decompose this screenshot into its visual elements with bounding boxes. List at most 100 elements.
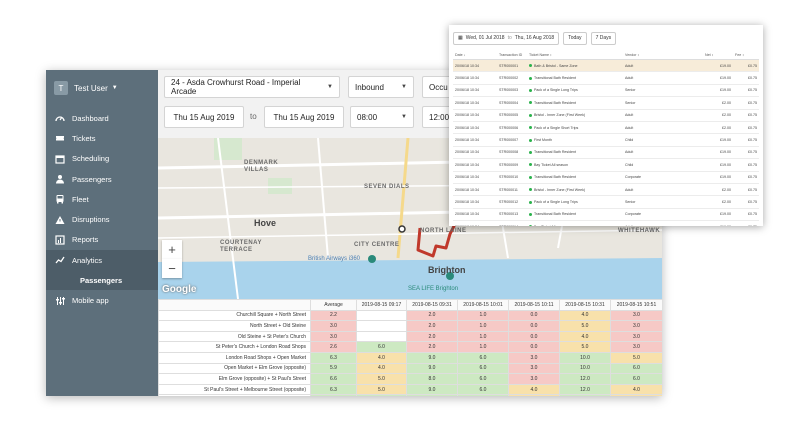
heatmap-cell: 4.0 <box>610 394 662 396</box>
status-dot-icon <box>529 163 532 167</box>
transactions-cell: Adult <box>623 121 703 135</box>
calendar-icon <box>54 153 66 165</box>
sidebar-item-analytics[interactable]: Analytics <box>46 250 158 271</box>
heatmap-cell: 3.0 <box>310 330 357 343</box>
transactions-row[interactable]: 20/06/18 10:34 STR000001 Bath & Bristol - … <box>453 59 759 73</box>
ticket-name-cell: Bristol - Inner Zone (First Week) <box>527 183 623 197</box>
transactions-column-header[interactable]: Net ↕ <box>703 51 733 60</box>
direction-select[interactable]: Inbound ▼ <box>348 76 414 98</box>
heatmap-cell: 10.0 <box>559 362 611 375</box>
transactions-column-header[interactable]: Transaction ID <box>497 51 527 60</box>
transactions-row[interactable]: 20/06/18 10:34 STR000010 Transitional Bath… <box>453 171 759 184</box>
sidebar-item-label: Tickets <box>72 133 96 143</box>
sidebar-item-tickets[interactable]: Tickets <box>46 128 158 148</box>
heatmap-cell: 6.0 <box>457 362 509 375</box>
route-stop-marker[interactable] <box>398 225 406 233</box>
ticket-name: Bristol - Inner Zone (First Week) <box>534 187 586 192</box>
seven-days-button[interactable]: 7 Days <box>590 31 617 45</box>
transactions-column-header[interactable]: Ticket Name ↕ <box>527 51 623 60</box>
reports-icon <box>54 234 66 246</box>
date-to-input[interactable]: Thu 15 Aug 2019 <box>264 106 344 128</box>
heatmap-cell: 6.0 <box>610 373 662 385</box>
transactions-row[interactable]: 20/06/18 10:34 STR000005 Bristol - Inner Z… <box>453 109 759 122</box>
transactions-cell: £19.00 <box>703 220 733 226</box>
map-label: WHITEHAWK <box>618 228 661 234</box>
route-select-value: 24 - Asda Crowhurst Road - Imperial Arca… <box>171 78 301 96</box>
transactions-column-header[interactable]: Vendor ↕ <box>623 51 703 60</box>
time-from-select[interactable]: 08:00 ▼ <box>350 106 414 128</box>
sliders-icon <box>54 295 66 307</box>
caret-down-icon: ▼ <box>111 85 118 91</box>
date-range-picker[interactable]: ▦ Wed, 01 Jul 2018 to Thu, 16 Aug 2018 <box>453 31 560 45</box>
heatmap-column-header: 2019-08-15 10:01 <box>457 299 509 311</box>
ticket-name-cell: Pack of a Single Long Trips <box>527 195 623 209</box>
road <box>396 138 410 259</box>
date-from-input[interactable]: Thu 15 Aug 2019 <box>164 106 244 128</box>
transactions-cell: 20/06/18 10:34 <box>453 171 497 184</box>
heatmap-cell: 8.0 <box>406 373 458 385</box>
transactions-cell: 20/06/18 10:34 <box>453 84 497 98</box>
heatmap-cell: 1.0 <box>457 341 509 353</box>
transactions-cell: £0.75 <box>733 171 759 184</box>
heatmap-cell: 5.0 <box>559 341 611 353</box>
status-dot-icon <box>529 64 532 68</box>
transactions-row[interactable]: 20/06/18 10:34 STR000013 Transitional Bath… <box>453 208 759 222</box>
heatmap-cell: 6.0 <box>457 394 509 396</box>
person-icon <box>54 173 66 185</box>
transactions-row[interactable]: 20/06/18 10:34 STR000002 Transitional Bath… <box>453 71 759 85</box>
google-logo: Google <box>162 284 197 295</box>
transactions-row[interactable]: 20/06/18 10:34 STR000003 Pack of a Single … <box>453 84 759 98</box>
transactions-row[interactable]: 20/06/18 10:34 STR000004 Transitional Bath… <box>453 96 759 110</box>
sidebar-item-disruptions[interactable]: Disruptions <box>46 209 158 229</box>
bus-icon <box>54 193 66 205</box>
transactions-row[interactable]: 20/06/18 10:34STR000014 Bay Ticket All se… <box>453 220 759 226</box>
heatmap-cell: 2.0 <box>406 320 458 332</box>
transactions-row[interactable]: 20/06/18 10:34 STR000006 Pack of a Single … <box>453 121 759 135</box>
heatmap-cell: 9.0 <box>406 351 458 364</box>
map-label: DENMARK VILLAS <box>244 160 279 174</box>
heatmap-cell: 6.0 <box>457 373 509 385</box>
transactions-cell: STR000011 <box>497 183 527 197</box>
popup-date-to-label: to <box>507 35 512 41</box>
ticket-name: Bristol - Inner Zone (First Week) <box>534 113 586 118</box>
transactions-row[interactable]: 20/06/18 10:34 STR000009 Bay Ticket All se… <box>453 158 759 172</box>
heatmap-cell: 2.0 <box>406 330 458 343</box>
transactions-cell: £19.00 <box>703 133 733 147</box>
user-menu[interactable]: T Test User ▼ <box>54 78 118 98</box>
today-button[interactable]: Today <box>563 31 587 45</box>
sidebar-item-scheduling[interactable]: Scheduling <box>46 149 158 169</box>
transactions-row[interactable]: 20/06/18 10:34 STR000007 First Month Child £… <box>453 133 759 147</box>
route-select[interactable]: 24 - Asda Crowhurst Road - Imperial Arca… <box>164 76 340 98</box>
transactions-row[interactable]: 20/06/18 10:34 STR000008 Transitional Bath… <box>453 146 759 160</box>
transactions-column-header[interactable]: Date ↓ <box>453 51 497 60</box>
heatmap-cell: 6.0 <box>457 351 509 364</box>
chevron-down-icon: ▼ <box>327 84 333 90</box>
zoom-out-button[interactable]: − <box>162 259 182 278</box>
sidebar-item-passengers[interactable]: Passengers <box>46 169 158 189</box>
transactions-cell: £19.00 <box>703 71 733 85</box>
status-dot-icon <box>529 188 532 192</box>
heatmap-cell: 4.0 <box>356 351 407 364</box>
sidebar-subitem-passengers[interactable]: Passengers <box>46 270 158 291</box>
status-dot-icon <box>529 175 532 179</box>
transactions-cell: £0.75 <box>733 208 759 222</box>
zoom-in-button[interactable]: + <box>162 240 182 259</box>
transactions-row[interactable]: 20/06/18 10:34 STR000012 Pack of a Single … <box>453 195 759 209</box>
transactions-row[interactable]: 20/06/18 10:34 STR000011 Bristol - Inner Z… <box>453 183 759 197</box>
transactions-cell: 20/06/18 10:34 <box>453 96 497 110</box>
heatmap-cell: 6.0 <box>457 383 509 396</box>
sidebar-item-mobile-app[interactable]: Mobile app <box>46 290 158 310</box>
transactions-cell: £19.00 <box>703 158 733 172</box>
park <box>268 178 292 194</box>
sidebar-item-fleet[interactable]: Fleet <box>46 189 158 209</box>
heatmap-cell: 2.2 <box>310 309 357 322</box>
transactions-cell: £2.00 <box>703 96 733 110</box>
heatmap-cell: 0.0 <box>508 309 560 322</box>
transactions-column-header[interactable]: Fee ↕ <box>733 51 759 60</box>
date-to-label: to <box>250 112 257 121</box>
heatmap-cell: 10.0 <box>559 351 611 364</box>
heatmap-row: Melbourne Street (opposite) + Sainsbury'… <box>158 394 662 396</box>
sidebar-item-dashboard[interactable]: Dashboard <box>46 108 158 128</box>
ticket-name: Bath & Bristol - Same Zone <box>534 63 578 68</box>
sidebar-item-reports[interactable]: Reports <box>46 230 158 250</box>
